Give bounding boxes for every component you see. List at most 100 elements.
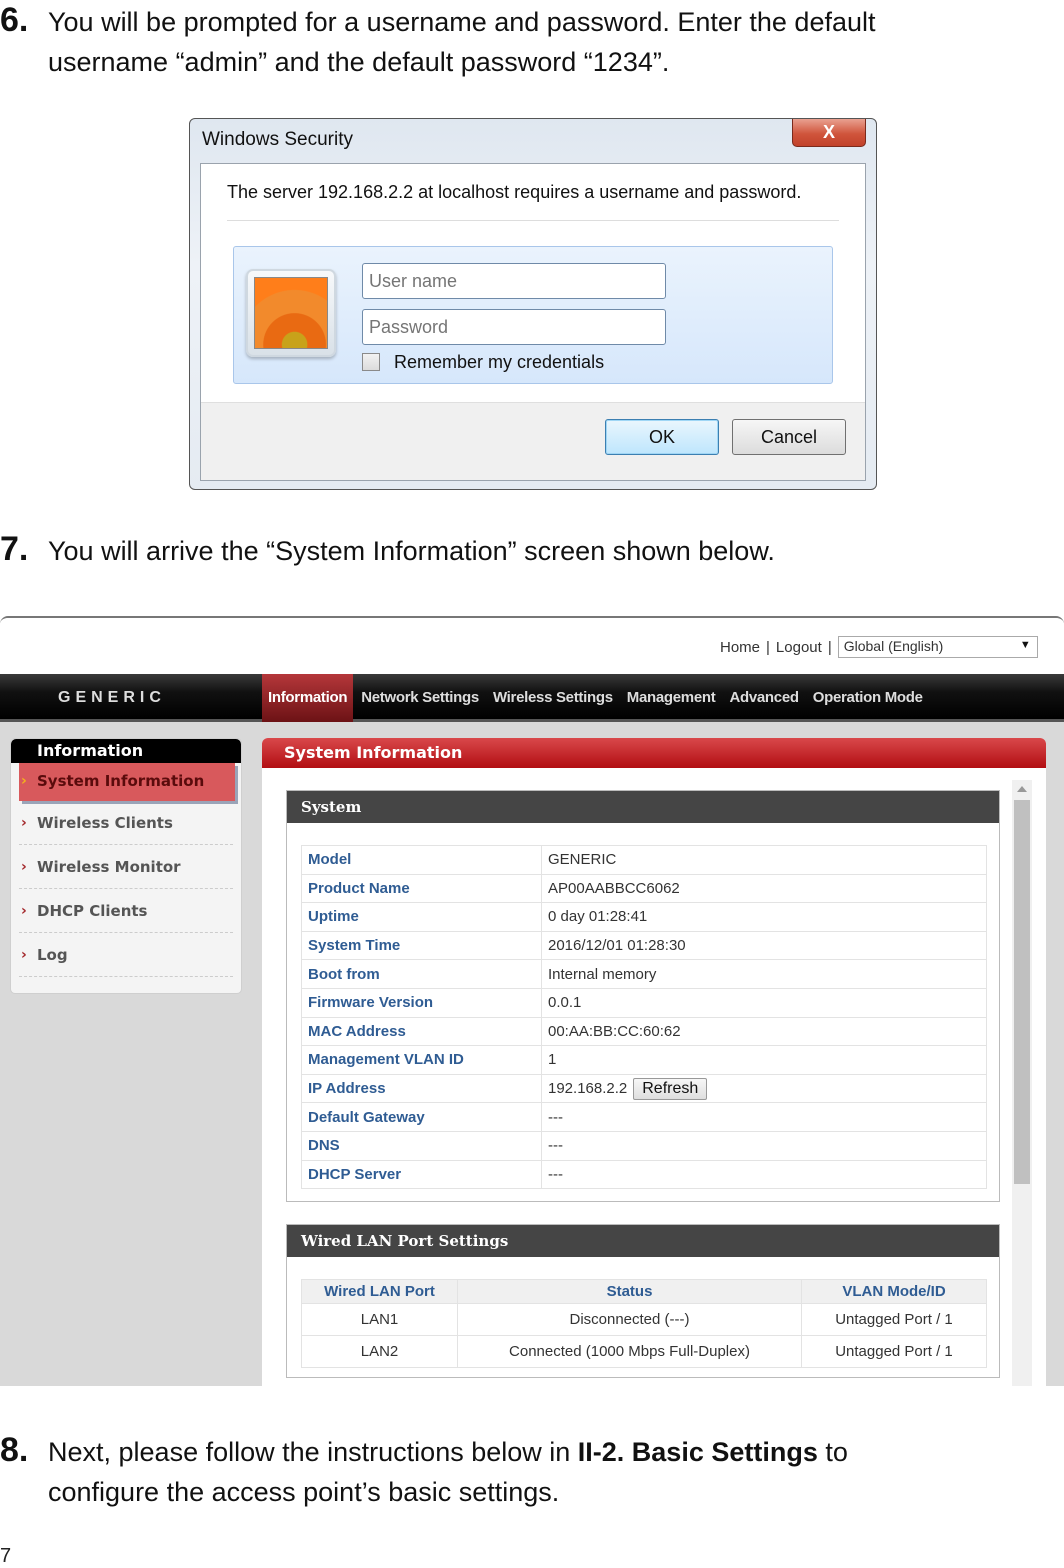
row-label: Firmware Version	[301, 987, 542, 1018]
row-label: DHCP Server	[301, 1159, 542, 1190]
windows-security-dialog: Windows Security X The server 192.168.2.…	[189, 118, 877, 490]
dialog-title: Windows Security	[202, 129, 353, 150]
step-text: You will arrive the “System Information”…	[48, 536, 775, 566]
scroll-thumb[interactable]	[1014, 800, 1030, 1184]
language-value: Global (English)	[843, 638, 944, 654]
logout-link[interactable]: Logout	[776, 639, 822, 656]
sidebar-heading: Information	[11, 739, 241, 763]
sidebar-item-label: Log	[37, 946, 68, 964]
step-number: 8.	[0, 1431, 29, 1469]
status-cell: Disconnected (---)	[457, 1303, 802, 1336]
panel-title: System Information	[262, 738, 1046, 768]
close-button[interactable]: X	[792, 119, 866, 147]
status-cell: Connected (1000 Mbps Full-Duplex)	[457, 1335, 802, 1368]
router-web-ui: Home | Logout | Global (English) ▼ GENER…	[0, 616, 1064, 1386]
username-field[interactable]	[362, 263, 666, 299]
nav-tab-network-settings[interactable]: Network Settings	[355, 674, 485, 722]
vertical-scrollbar[interactable]	[1012, 780, 1032, 1386]
nav-tabs: Information Network Settings Wireless Se…	[262, 674, 931, 722]
chevron-right-icon: ›	[21, 815, 27, 831]
table-row: MAC Address 00:AA:BB:CC:60:62	[301, 1016, 987, 1047]
step-number: 7.	[0, 530, 29, 568]
row-label: IP Address	[301, 1073, 542, 1104]
separator: |	[766, 638, 770, 656]
chevron-right-icon: ›	[21, 947, 27, 963]
step-6-instruction: 6. You will be prompted for a username an…	[0, 0, 876, 82]
top-bar: Home | Logout | Global (English) ▼	[0, 618, 1064, 674]
chevron-right-icon: ›	[21, 903, 27, 919]
sidebar-item-dhcp-clients[interactable]: › DHCP Clients	[19, 889, 233, 933]
password-field[interactable]	[362, 309, 666, 345]
table-row: IP Address 192.168.2.2 Refresh	[301, 1073, 987, 1104]
main-nav: GENERIC Information Network Settings Wir…	[0, 674, 1064, 722]
wired-lan-section: Wired LAN Port Settings Wired LAN Port S…	[286, 1224, 1000, 1378]
refresh-button[interactable]: Refresh	[633, 1077, 708, 1100]
scroll-up-arrow-icon[interactable]	[1017, 786, 1027, 792]
system-info-table: Model GENERIC Product Name AP00AABBCC6062 …	[301, 845, 987, 1190]
table-row: Product Name AP00AABBCC6062	[301, 873, 987, 904]
home-link[interactable]: Home	[720, 639, 760, 656]
row-label: Boot from	[301, 959, 542, 989]
row-label: Uptime	[301, 902, 542, 932]
table-row: Model GENERIC	[301, 845, 987, 875]
cancel-button[interactable]: Cancel	[732, 419, 846, 455]
sidebar-item-label: Wireless Clients	[37, 814, 173, 832]
row-label: Management VLAN ID	[301, 1045, 542, 1075]
flower-avatar-icon	[254, 277, 328, 349]
nav-tab-wireless-settings[interactable]: Wireless Settings	[487, 674, 619, 722]
row-value: 1	[541, 1045, 987, 1075]
brand-logo: GENERIC	[58, 689, 166, 706]
row-value: 0 day 01:28:41	[541, 902, 987, 932]
step-text-line2: configure the access point’s basic setti…	[48, 1477, 560, 1507]
row-value: 0.0.1	[541, 987, 987, 1018]
nav-tab-management[interactable]: Management	[621, 674, 722, 722]
sidebar-item-log[interactable]: › Log	[19, 933, 233, 977]
sidebar: Information › System Information › Wireles…	[10, 738, 242, 994]
table-header-row: Wired LAN Port Status VLAN Mode/ID	[301, 1279, 987, 1304]
dialog-footer: OK Cancel	[201, 402, 865, 480]
section-reference: II-2. Basic Settings	[577, 1437, 818, 1467]
step-text: to	[817, 1437, 848, 1467]
sidebar-item-system-information[interactable]: › System Information	[19, 763, 235, 801]
table-row: Firmware Version 0.0.1	[301, 987, 987, 1018]
port-cell: LAN2	[301, 1335, 458, 1368]
remember-checkbox[interactable]	[362, 353, 380, 371]
row-value: ---	[541, 1102, 987, 1132]
row-label: DNS	[301, 1130, 542, 1161]
separator: |	[827, 638, 832, 656]
language-select[interactable]: Global (English) ▼	[837, 636, 1038, 658]
row-value-ip: 192.168.2.2 Refresh	[541, 1073, 987, 1104]
row-label: Default Gateway	[301, 1102, 542, 1132]
row-value: 2016/12/01 01:28:30	[541, 930, 987, 961]
dialog-message: The server 192.168.2.2 at localhost requ…	[227, 182, 802, 202]
page-number: 7	[0, 1545, 12, 1567]
row-value: Internal memory	[541, 959, 987, 989]
table-row: Default Gateway ---	[301, 1102, 987, 1132]
table-row: Boot from Internal memory	[301, 959, 987, 989]
sidebar-item-wireless-monitor[interactable]: › Wireless Monitor	[19, 845, 233, 889]
table-row: Uptime 0 day 01:28:41	[301, 902, 987, 932]
chevron-right-icon: ›	[21, 773, 27, 789]
nav-tab-operation-mode[interactable]: Operation Mode	[807, 674, 929, 722]
column-header: Wired LAN Port	[301, 1279, 458, 1304]
wired-lan-table: Wired LAN Port Status VLAN Mode/ID LAN1 …	[301, 1279, 987, 1368]
sidebar-item-label: Wireless Monitor	[37, 858, 181, 876]
row-value: AP00AABBCC6062	[541, 873, 987, 904]
nav-tab-information[interactable]: Information	[262, 674, 354, 722]
table-row: DHCP Server ---	[301, 1159, 987, 1190]
row-value: ---	[541, 1130, 987, 1161]
nav-tab-advanced[interactable]: Advanced	[723, 674, 804, 722]
ok-button[interactable]: OK	[605, 419, 719, 455]
close-icon: X	[822, 122, 835, 142]
remember-credentials[interactable]: Remember my credentials	[362, 351, 604, 373]
step-text-line2: username “admin” and the default passwor…	[48, 47, 670, 77]
row-value: GENERIC	[541, 845, 987, 875]
step-text: You will be prompted for a username and …	[48, 7, 876, 37]
column-header: Status	[457, 1279, 802, 1304]
sidebar-item-wireless-clients[interactable]: › Wireless Clients	[19, 801, 233, 845]
row-value: 00:AA:BB:CC:60:62	[541, 1016, 987, 1047]
top-links: Home | Logout | Global (English) ▼	[720, 636, 1038, 658]
vlan-cell: Untagged Port / 1	[801, 1335, 987, 1368]
row-label: Model	[301, 845, 542, 875]
sidebar-item-label: System Information	[37, 772, 205, 790]
